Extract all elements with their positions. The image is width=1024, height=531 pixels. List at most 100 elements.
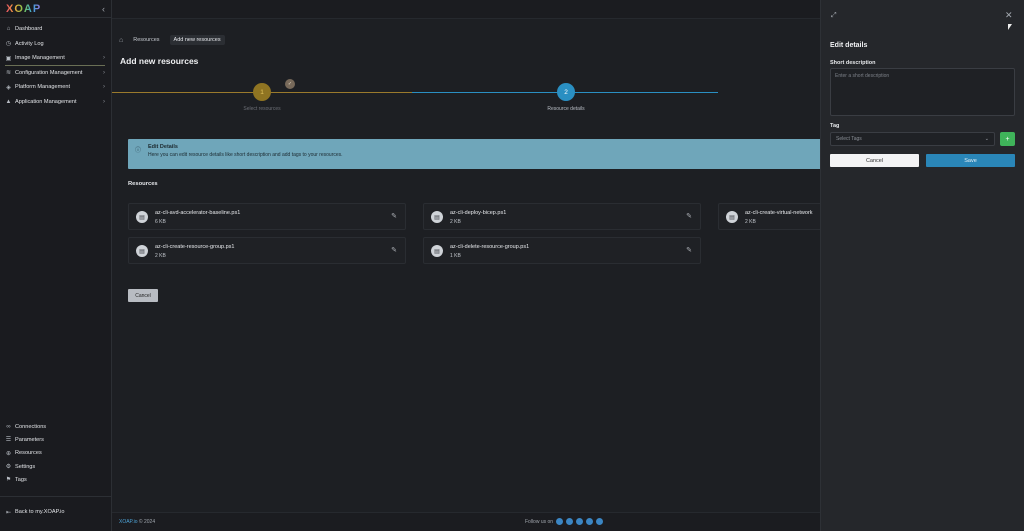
resource-size: 1 KB: [450, 253, 461, 259]
sidebar-item-label: Parameters: [15, 436, 44, 443]
page-title: Add new resources: [120, 56, 199, 66]
step-select-resources[interactable]: 1 Select resources: [242, 83, 282, 112]
image-icon: ▣: [5, 55, 12, 62]
sidebar-item-label: Application Management: [15, 98, 77, 105]
file-icon: ▤: [726, 211, 738, 223]
check-icon: ✓: [285, 79, 295, 89]
stepper: 1 Select resources ✓ 2 Resource details: [112, 79, 824, 115]
sidebar-item-parameters[interactable]: ☰ Parameters: [0, 433, 112, 446]
facebook-icon[interactable]: [556, 518, 564, 525]
chevron-right-icon: ›: [103, 98, 105, 105]
breadcrumb: ⌂ Resources Add new resources: [119, 35, 225, 45]
edit-pencil-icon[interactable]: ✎: [391, 212, 397, 220]
info-icon: ⓘ: [135, 148, 142, 154]
resources-icon: ⊕: [5, 450, 12, 457]
list-icon: ☰: [5, 437, 12, 444]
edit-pencil-icon[interactable]: ✎: [686, 212, 692, 220]
home-icon[interactable]: ⌂: [119, 37, 123, 44]
drawer-title: Edit details: [830, 42, 868, 49]
linkedin-icon[interactable]: [576, 518, 584, 525]
breadcrumb-item-current: Add new resources: [169, 35, 225, 45]
tag-select[interactable]: Select Tags ⌄: [830, 132, 995, 146]
home-icon: ⌂: [6, 26, 11, 33]
clock-icon: ◷: [5, 41, 12, 48]
close-icon[interactable]: ✕: [1005, 10, 1013, 21]
resource-size: 2 KB: [450, 219, 461, 225]
mouse-cursor: [1008, 24, 1012, 30]
copyright-text: © 2024: [138, 519, 156, 525]
sidebar-item-label: Activity Log: [15, 40, 44, 47]
github-icon[interactable]: [596, 518, 604, 525]
step-number: 1: [253, 83, 271, 101]
sidebar-item-activity-log[interactable]: ◷ Activity Log: [0, 37, 111, 52]
sidebar-item-configuration-management[interactable]: ≋ Configuration Management ›: [0, 66, 111, 81]
sidebar-item-label: Settings: [15, 463, 36, 470]
sidebar-back: ⇤ Back to my.XOAP.io: [0, 496, 112, 520]
platform-icon: ◈: [6, 84, 11, 91]
back-to-portal-link[interactable]: ⇤ Back to my.XOAP.io: [0, 505, 112, 520]
sidebar-item-settings[interactable]: ⚙ Settings: [0, 460, 112, 473]
chevron-left-icon[interactable]: ‹: [102, 4, 105, 14]
chevron-right-icon: ›: [103, 69, 105, 76]
expand-icon[interactable]: ⤢: [831, 12, 837, 20]
step-number: 2: [557, 83, 575, 101]
xoap-logo[interactable]: XOAP: [6, 3, 41, 15]
step-label: Select resources: [243, 106, 281, 112]
youtube-icon[interactable]: [586, 518, 594, 525]
breadcrumb-item-resources[interactable]: Resources: [129, 35, 163, 45]
follow-label: Follow us on: [525, 518, 554, 525]
resource-name: az-cli-deploy-bicep.ps1: [450, 210, 507, 216]
resource-card: ▤ az-cli-create-virtual-network 2 KB: [718, 203, 824, 230]
sidebar-item-label: Resources: [15, 450, 42, 457]
resource-name: az-cli-create-resource-group.ps1: [155, 244, 235, 250]
file-icon: ▤: [136, 245, 148, 257]
application-icon: ▲: [5, 98, 12, 105]
resource-card: ▤ az-cli-avd-accelerator-baseline.ps1 6 …: [128, 203, 406, 230]
sidebar-item-resources[interactable]: ⊕ Resources: [0, 447, 112, 460]
sidebar-item-platform-management[interactable]: ◈ Platform Management ›: [0, 80, 111, 95]
sidebar-item-dashboard[interactable]: ⌂ Dashboard: [0, 22, 111, 37]
tag-select-placeholder: Select Tags: [836, 136, 862, 142]
tag-label: Tag: [830, 123, 840, 129]
sidebar-item-image-management[interactable]: ▣ Image Management ›: [0, 51, 111, 66]
resources-heading: Resources: [128, 181, 158, 187]
info-description: Here you can edit resource details like …: [148, 152, 343, 158]
gear-icon: ⚙: [5, 464, 12, 471]
sidebar-item-label: Image Management: [15, 55, 65, 62]
back-label: Back to my.XOAP.io: [15, 509, 65, 516]
sidebar-item-connections[interactable]: ∞ Connections: [0, 420, 112, 433]
twitter-icon[interactable]: [566, 518, 574, 525]
resource-name: az-cli-create-virtual-network: [745, 210, 813, 216]
short-description-input[interactable]: [830, 68, 1015, 116]
sidebar-item-application-management[interactable]: ▲ Application Management ›: [0, 95, 111, 110]
app-root: XOAP ‹ ⌂ Dashboard ◷ Activity Log ▣ Imag…: [0, 0, 1024, 531]
chevron-right-icon: ›: [103, 55, 105, 62]
link-icon: ∞: [6, 423, 11, 430]
top-header: [112, 0, 824, 19]
resource-name: az-cli-avd-accelerator-baseline.ps1: [155, 210, 241, 216]
step-resource-details[interactable]: 2 Resource details: [546, 83, 586, 112]
resource-size: 2 KB: [745, 219, 756, 225]
sidebar-bottom-nav: ∞ Connections ☰ Parameters ⊕ Resources ⚙…: [0, 420, 112, 486]
resource-name: az-cli-delete-resource-group.ps1: [450, 244, 530, 250]
sidebar-header: XOAP ‹: [0, 0, 111, 18]
resource-size: 6 KB: [155, 219, 166, 225]
sidebar-item-label: Dashboard: [15, 26, 43, 33]
sidebar-nav: ⌂ Dashboard ◷ Activity Log ▣ Image Manag…: [0, 22, 111, 109]
add-tag-button[interactable]: +: [1000, 132, 1015, 146]
cancel-button[interactable]: Cancel: [128, 289, 158, 302]
sidebar-item-label: Platform Management: [15, 84, 71, 91]
footer-copyright: XOAP.io © 2024: [119, 519, 155, 525]
drawer-cancel-button[interactable]: Cancel: [830, 154, 919, 167]
sidebar: XOAP ‹ ⌂ Dashboard ◷ Activity Log ▣ Imag…: [0, 0, 112, 531]
sidebar-item-tags[interactable]: ⚑ Tags: [0, 473, 112, 486]
edit-details-drawer: ⤢ ✕ Edit details Short description Tag S…: [820, 0, 1024, 531]
footer-brand-link[interactable]: XOAP.io: [119, 519, 138, 525]
edit-pencil-icon[interactable]: ✎: [686, 246, 692, 254]
edit-pencil-icon[interactable]: ✎: [391, 246, 397, 254]
info-banner: ⓘ Edit Details Here you can edit resourc…: [128, 139, 828, 169]
sidebar-item-label: Configuration Management: [15, 69, 83, 76]
resource-card: ▤ az-cli-deploy-bicep.ps1 2 KB ✎: [423, 203, 701, 230]
save-button[interactable]: Save: [926, 154, 1015, 167]
resource-card: ▤ az-cli-create-resource-group.ps1 2 KB …: [128, 237, 406, 264]
